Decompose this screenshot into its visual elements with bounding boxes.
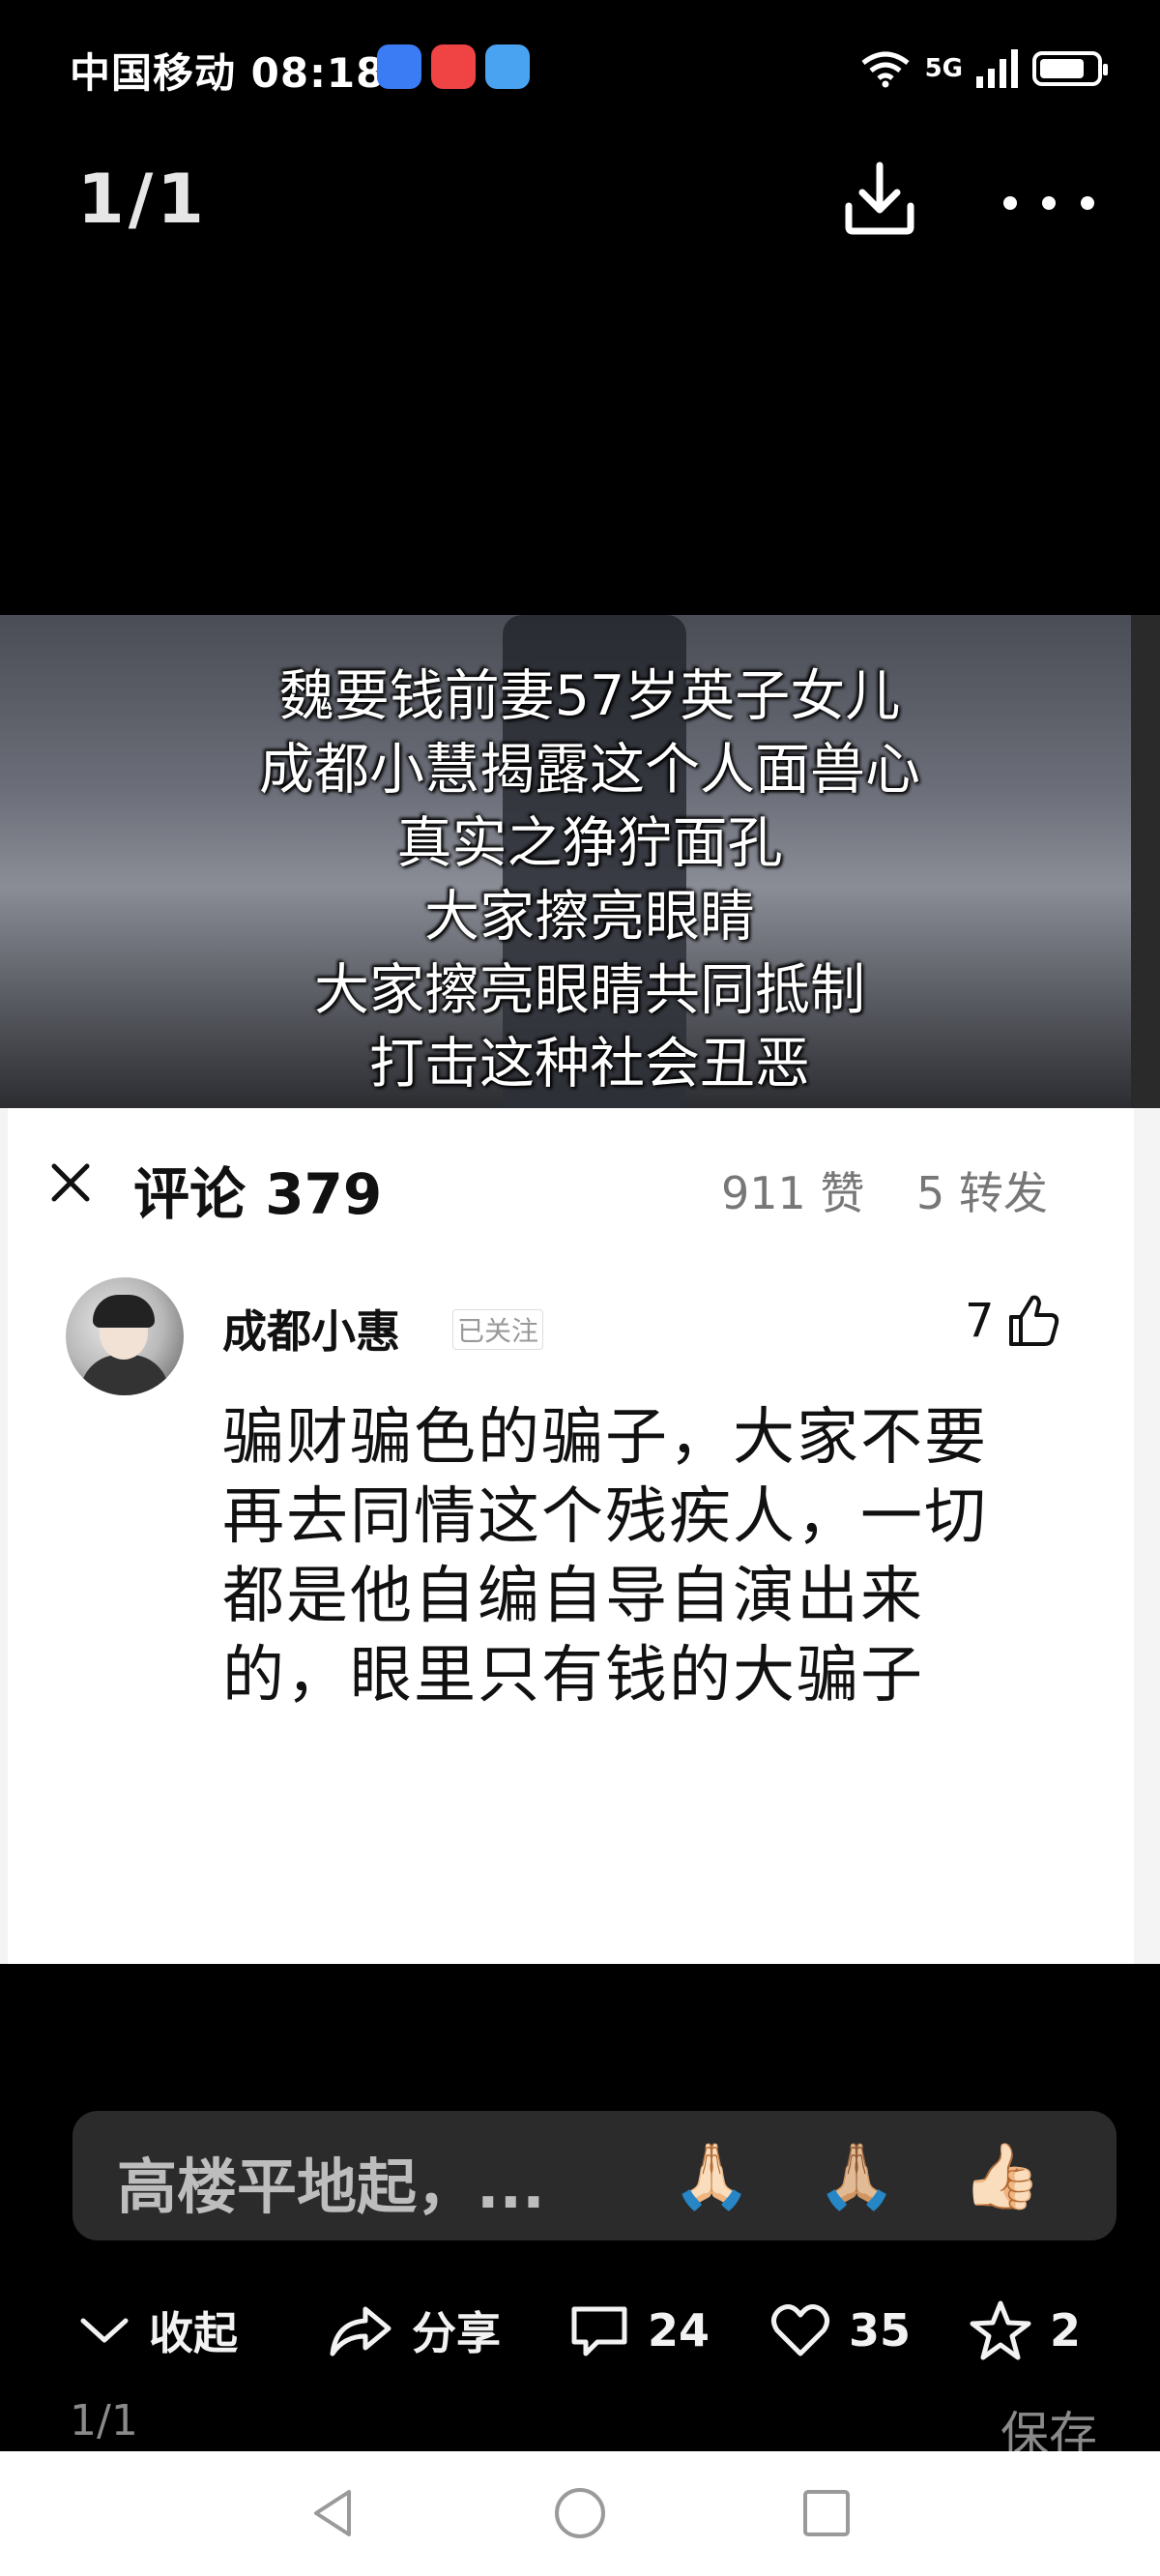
reply-text: 高楼平地起，... xyxy=(117,2152,545,2222)
back-triangle-icon[interactable] xyxy=(304,2484,362,2542)
video-caption: 魏要钱前妻57岁英子女儿 成都小慧揭露这个人面兽心 真实之狰狞面孔 大家擦亮眼睛… xyxy=(0,659,1160,1100)
collapse-button[interactable]: 收起 xyxy=(77,2287,238,2374)
wifi-icon xyxy=(861,51,910,88)
comments-title: 评论 379 xyxy=(133,1161,383,1227)
chevron-down-icon xyxy=(80,2318,129,2343)
comment-text: 骗财骗色的骗子，大家不要再去同情这个残疾人，一切都是他自编自导自演出来的，眼里只… xyxy=(222,1402,988,1712)
status-indicators: 5G xyxy=(859,44,1108,93)
action-bar: 收起 分享 24 35 2 xyxy=(0,2287,1160,2374)
video-app-badge xyxy=(431,44,476,89)
more-options-icon[interactable] xyxy=(996,179,1102,227)
comments-panel: 评论 379 911 赞 5 转发 成都小惠 已关注 7 骗财骗色的骗子，大家不… xyxy=(8,1108,1134,1964)
system-nav-bar xyxy=(0,2451,1160,2576)
praying-hands-emoji[interactable]: 🙏🏻 xyxy=(672,2138,751,2215)
comment-icon xyxy=(571,2306,627,2356)
signal-strength-icon xyxy=(976,49,1018,88)
home-circle-icon[interactable] xyxy=(551,2484,609,2542)
likes-count-action: 35 xyxy=(849,2304,912,2356)
post-image[interactable]: 魏要钱前妻57岁英子女儿 成都小慧揭露这个人面兽心 真实之狰狞面孔 大家擦亮眼睛… xyxy=(0,615,1160,1964)
caption-line: 打击这种社会丑恶 xyxy=(369,1032,810,1096)
clapping-hands-emoji[interactable]: 🙏🏼 xyxy=(817,2138,896,2215)
app-market-badge xyxy=(377,44,421,89)
share-label: 分享 xyxy=(412,2307,501,2359)
collapse-label: 收起 xyxy=(149,2307,238,2359)
page-indicator: 1/1 xyxy=(77,160,208,239)
comments-count: 24 xyxy=(648,2304,710,2356)
commenter-name: 成都小惠 xyxy=(222,1305,400,1358)
battery-fill xyxy=(1040,59,1084,78)
clock-time: 08:18 xyxy=(250,49,386,97)
favorite-button[interactable]: 2 xyxy=(969,2287,1081,2374)
video-frame: 魏要钱前妻57岁英子女儿 成都小慧揭露这个人面兽心 真实之狰狞面孔 大家擦亮眼睛… xyxy=(0,615,1160,1108)
follow-status-badge: 已关注 xyxy=(452,1309,544,1350)
comment-like-count: 7 xyxy=(965,1294,995,1348)
star-icon xyxy=(970,2300,1031,2360)
caption-line: 真实之狰狞面孔 xyxy=(396,811,783,875)
status-bar: 中国移动 08:18 5G xyxy=(0,0,1160,116)
weather-app-badge xyxy=(485,44,530,89)
carrier-name: 中国移动 xyxy=(70,49,237,97)
share-icon xyxy=(330,2306,392,2356)
carrier-and-time: 中国移动 08:18 xyxy=(70,41,385,100)
avatar xyxy=(66,1277,184,1395)
recents-square-icon[interactable] xyxy=(798,2484,856,2542)
caption-line: 魏要钱前妻57岁英子女儿 xyxy=(278,664,901,728)
share-button[interactable]: 分享 xyxy=(327,2287,501,2374)
battery-icon xyxy=(1032,51,1108,86)
caption-line: 大家擦亮眼睛 xyxy=(424,885,755,949)
comments-button[interactable]: 24 xyxy=(568,2287,710,2374)
reply-input[interactable]: 高楼平地起，... 🙏🏻 🙏🏼 👍🏻 xyxy=(72,2111,1116,2240)
likes-count: 911 赞 xyxy=(721,1167,865,1219)
caption-line: 成都小慧揭露这个人面兽心 xyxy=(259,738,920,802)
caption-line: 大家擦亮眼睛共同抵制 xyxy=(314,958,865,1022)
download-icon[interactable] xyxy=(841,160,918,237)
heart-icon xyxy=(771,2303,829,2356)
close-icon xyxy=(51,1163,90,1202)
page-counter: 1/1 xyxy=(70,2396,138,2445)
network-type-label: 5G xyxy=(924,54,963,83)
thumbs-up-emoji[interactable]: 👍🏻 xyxy=(962,2138,1041,2215)
thumbs-up-icon xyxy=(1009,1295,1059,1346)
shares-count: 5 转发 xyxy=(916,1167,1048,1219)
favorites-count: 2 xyxy=(1050,2304,1082,2356)
like-button[interactable]: 35 xyxy=(769,2287,911,2374)
